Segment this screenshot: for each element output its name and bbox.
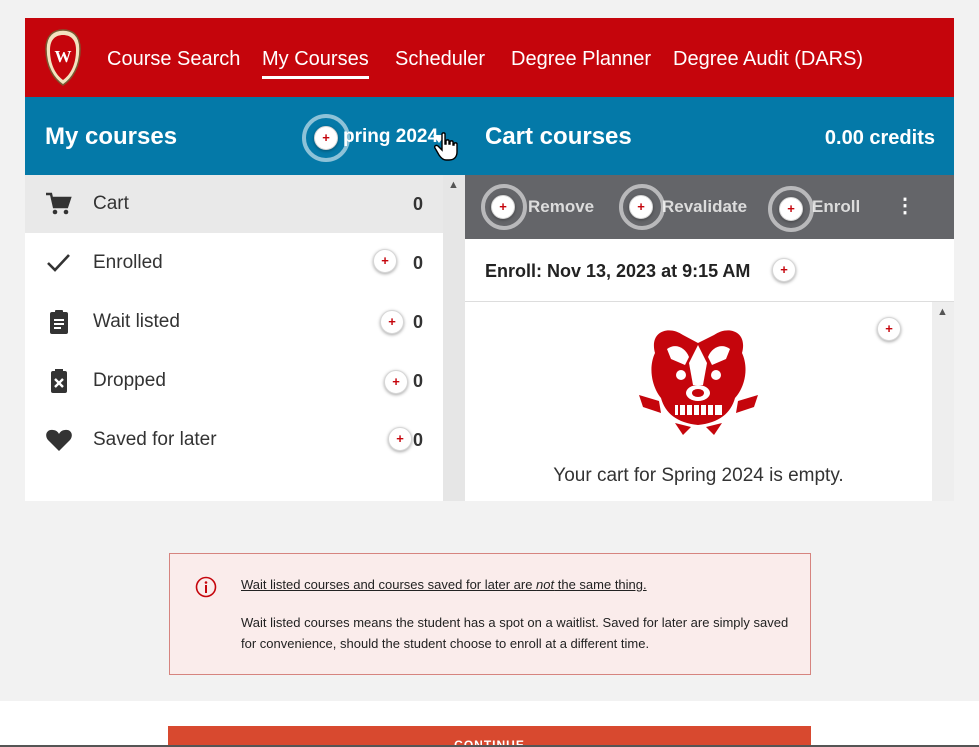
heart-icon xyxy=(46,429,72,451)
bucky-badger-logo xyxy=(639,330,758,435)
revalidate-button[interactable]: Revalidate xyxy=(662,197,747,217)
enroll-button[interactable]: Enroll xyxy=(812,197,860,217)
list-item-label: Cart xyxy=(93,193,129,214)
list-item-saved-for-later[interactable]: Saved for later 0 xyxy=(25,411,443,469)
list-scrollbar[interactable]: ▲ xyxy=(443,175,465,501)
uw-crest-logo: W xyxy=(45,29,81,86)
cart-action-bar: Remove Revalidate Enroll ⋮ xyxy=(465,175,954,239)
cart-icon xyxy=(46,192,72,215)
list-item-dropped[interactable]: Dropped 0 xyxy=(25,352,443,410)
list-item-count: 0 xyxy=(412,194,423,214)
list-item-label: Wait listed xyxy=(93,311,180,332)
list-item-cart[interactable]: Cart 0 xyxy=(25,175,443,233)
nav-my-courses[interactable]: My Courses xyxy=(262,47,369,79)
continue-button[interactable]: CONTINUE xyxy=(168,726,811,747)
nav-scheduler[interactable]: Scheduler xyxy=(395,47,485,71)
nav-degree-planner[interactable]: Degree Planner xyxy=(511,47,651,71)
app-window: W Course Search My Courses Scheduler Deg… xyxy=(25,18,954,501)
cart-courses-heading: Cart courses xyxy=(485,123,632,150)
cart-credits: 0.00 credits xyxy=(824,127,935,149)
info-note: Wait listed courses and courses saved fo… xyxy=(169,553,811,675)
empty-cart-area: Your cart for Spring 2024 is empty. xyxy=(465,302,932,501)
enrollment-date: Enroll: Nov 13, 2023 at 9:15 AM xyxy=(485,261,751,281)
nav-course-search[interactable]: Course Search xyxy=(107,47,240,71)
dropped-icon xyxy=(51,369,67,393)
hotspot-dropped[interactable]: + xyxy=(384,370,408,394)
checkmark-icon xyxy=(47,254,70,272)
cart-scrollbar[interactable]: ▲ xyxy=(932,302,954,501)
scroll-up-arrow-icon[interactable]: ▲ xyxy=(937,306,948,318)
my-courses-heading: My courses xyxy=(45,123,178,150)
hotspot-term-selector[interactable]: + xyxy=(314,126,338,150)
note-body: Wait listed courses means the student ha… xyxy=(241,615,789,651)
list-item-count: 0 xyxy=(412,371,423,391)
list-item-count: 0 xyxy=(412,253,423,273)
nav-degree-audit[interactable]: Degree Audit (DARS) xyxy=(673,47,863,71)
list-item-count: 0 xyxy=(412,430,423,450)
more-options-icon[interactable]: ⋮ xyxy=(895,193,915,218)
remove-button[interactable]: Remove xyxy=(528,197,594,217)
hotspot-enroll[interactable]: + xyxy=(779,197,803,221)
empty-cart-message: Your cart for Spring 2024 is empty. xyxy=(553,465,844,486)
hotspot-remove[interactable]: + xyxy=(491,195,515,219)
my-courses-list: Cart 0 Enrolled 0 Wait listed 0 Dropped … xyxy=(25,175,443,501)
term-selector[interactable]: pring 2024 xyxy=(343,127,438,147)
hotspot-revalidate[interactable]: + xyxy=(629,195,653,219)
clipboard-icon xyxy=(50,310,68,334)
hotspot-enroll-date[interactable]: + xyxy=(772,258,796,282)
scroll-up-arrow-icon[interactable]: ▲ xyxy=(448,179,459,191)
list-item-label: Dropped xyxy=(93,370,166,391)
hotspot-empty-cart[interactable]: + xyxy=(877,317,901,341)
hand-pointer-cursor-icon xyxy=(434,132,458,161)
top-navigation: W Course Search My Courses Scheduler Deg… xyxy=(25,18,954,97)
list-item-label: Enrolled xyxy=(93,252,163,273)
note-heading: Wait listed courses and courses saved fo… xyxy=(241,577,647,592)
list-item-count: 0 xyxy=(412,312,423,332)
info-icon xyxy=(195,576,217,598)
enrollment-date-row: Enroll: Nov 13, 2023 at 9:15 AM xyxy=(465,239,954,302)
list-item-label: Saved for later xyxy=(93,429,217,450)
svg-text:W: W xyxy=(55,47,72,66)
hotspot-enrolled[interactable]: + xyxy=(373,249,397,273)
hotspot-wait-listed[interactable]: + xyxy=(380,310,404,334)
section-header-bar: My courses pring 2024 Cart courses 0.00 … xyxy=(25,97,954,175)
hotspot-saved-for-later[interactable]: + xyxy=(388,427,412,451)
